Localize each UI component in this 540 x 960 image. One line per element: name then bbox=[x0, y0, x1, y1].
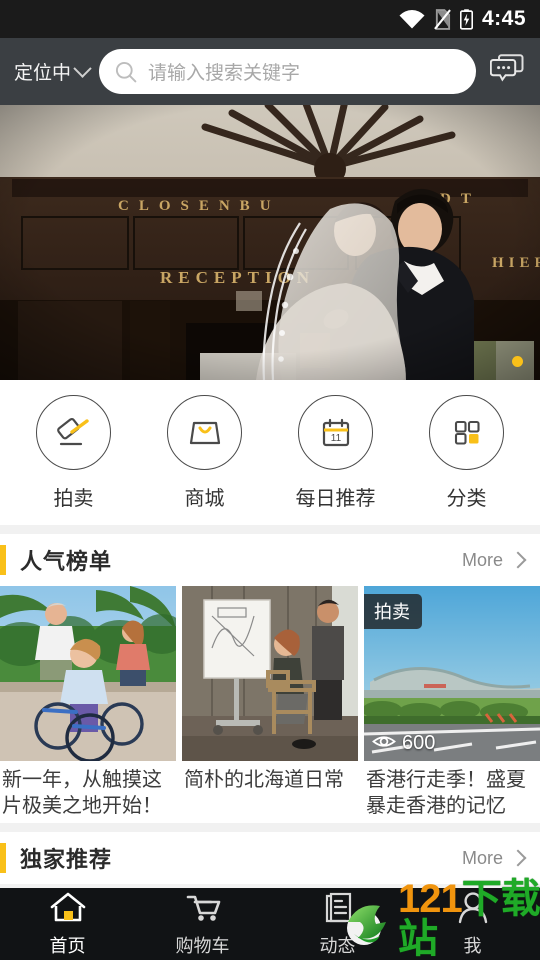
card-item[interactable]: 简朴的北海道日常 bbox=[182, 586, 358, 817]
section-header-exclusive: 独家推荐 More bbox=[0, 832, 540, 884]
tab-label: 我 bbox=[463, 936, 482, 956]
quicknav-label: 商城 bbox=[184, 487, 225, 510]
card-title: 新一年，从触摸这片极美之地开始！ bbox=[2, 769, 162, 817]
tab-profile[interactable]: 我 bbox=[405, 890, 540, 958]
location-label: 定位中 bbox=[14, 63, 72, 84]
user-icon bbox=[453, 890, 493, 929]
home-icon bbox=[48, 890, 88, 929]
status-bar: 4:45 bbox=[0, 0, 540, 38]
section-title: 独家推荐 bbox=[20, 847, 113, 872]
message-button[interactable] bbox=[486, 51, 528, 93]
quick-nav: 拍卖 商城 11 每日推荐 分类 bbox=[0, 380, 540, 525]
view-count-value: 600 bbox=[402, 732, 436, 754]
card-image: 拍卖 600 bbox=[364, 586, 540, 761]
svg-text:11: 11 bbox=[330, 433, 341, 444]
quicknav-label: 拍卖 bbox=[53, 487, 94, 510]
section-divider bbox=[0, 525, 540, 534]
chevron-right-icon bbox=[509, 551, 527, 569]
grid-category-icon bbox=[429, 394, 504, 470]
card-list-popular: 新一年，从触摸这片极美之地开始！ 简朴的北海道日常 拍卖 600 香港行走季！盛… bbox=[0, 586, 540, 823]
tab-label: 首页 bbox=[49, 936, 86, 956]
banner-image: CLOSENBU DT RECEPTION HIER bbox=[0, 105, 540, 380]
search-input[interactable]: 请输入搜索关键字 bbox=[148, 58, 300, 85]
message-bubble-icon bbox=[489, 54, 524, 89]
card-view-count: 600 bbox=[372, 732, 435, 755]
card-badge: 拍卖 bbox=[364, 594, 422, 629]
section-title: 人气榜单 bbox=[20, 549, 113, 574]
calendar-icon: 11 bbox=[298, 394, 373, 470]
search-bar[interactable]: 请输入搜索关键字 bbox=[99, 49, 476, 94]
app-header: 定位中 请输入搜索关键字 bbox=[0, 38, 540, 105]
quicknav-label: 分类 bbox=[446, 487, 487, 510]
section-accent-bar bbox=[0, 843, 6, 873]
card-image bbox=[0, 586, 176, 761]
bottom-tab-bar: 首页 购物车 动态 我 121下载站 bbox=[0, 879, 540, 960]
chevron-down-icon bbox=[73, 59, 92, 78]
quicknav-label: 每日推荐 bbox=[295, 487, 376, 510]
more-label: More bbox=[461, 549, 503, 570]
tab-home[interactable]: 首页 bbox=[0, 890, 135, 958]
card-item[interactable]: 新一年，从触摸这片极美之地开始！ bbox=[0, 586, 176, 817]
chevron-right-icon bbox=[509, 849, 527, 867]
carousel-dot-active[interactable] bbox=[512, 356, 523, 367]
section-more-link[interactable]: More bbox=[461, 549, 527, 571]
card-title: 香港行走季！盛夏暴走香港的记忆 bbox=[366, 769, 526, 817]
tab-label: 购物车 bbox=[175, 936, 230, 956]
quicknav-item-mall[interactable]: 商城 bbox=[150, 394, 260, 511]
carousel-dots[interactable] bbox=[512, 356, 523, 367]
card-image bbox=[182, 586, 358, 761]
tab-feed[interactable]: 动态 bbox=[270, 890, 405, 958]
gavel-icon bbox=[36, 394, 111, 470]
quicknav-item-auction[interactable]: 拍卖 bbox=[19, 394, 129, 511]
app-screen: 4:45 定位中 请输入搜索关键字 拍卖 商城 11 每日推荐 分类 人气榜单 … bbox=[0, 0, 540, 960]
feed-icon bbox=[318, 890, 358, 929]
section-accent-bar bbox=[0, 545, 6, 575]
tab-cart[interactable]: 购物车 bbox=[135, 890, 270, 958]
tab-label: 动态 bbox=[319, 936, 356, 956]
battery-charging-icon bbox=[459, 8, 473, 30]
status-bar-time: 4:45 bbox=[481, 7, 526, 30]
cart-icon bbox=[183, 890, 223, 929]
quicknav-item-category[interactable]: 分类 bbox=[412, 394, 522, 511]
quicknav-item-daily[interactable]: 11 每日推荐 bbox=[281, 394, 391, 511]
section-more-link[interactable]: More bbox=[461, 847, 527, 869]
section-header-popular: 人气榜单 More bbox=[0, 534, 540, 586]
sim-off-icon bbox=[434, 8, 451, 30]
search-icon bbox=[115, 61, 137, 83]
eye-icon bbox=[372, 732, 396, 755]
card-item[interactable]: 拍卖 600 香港行走季！盛夏暴走香港的记忆 bbox=[364, 586, 540, 817]
shopping-bag-icon bbox=[167, 394, 242, 470]
banner-carousel[interactable]: CLOSENBU DT RECEPTION HIER bbox=[0, 105, 540, 380]
wifi-icon bbox=[399, 9, 425, 29]
more-label: More bbox=[461, 847, 503, 868]
card-title: 简朴的北海道日常 bbox=[184, 769, 344, 791]
location-selector[interactable]: 定位中 bbox=[14, 58, 92, 85]
section-divider bbox=[0, 823, 540, 832]
